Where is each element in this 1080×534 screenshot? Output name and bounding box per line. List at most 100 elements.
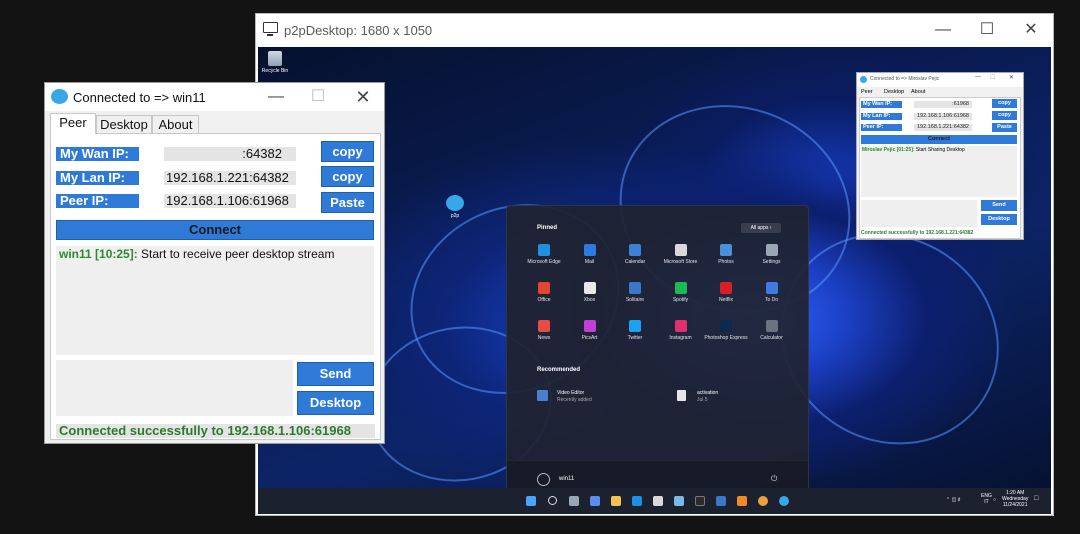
start-app-photos[interactable]: Photos [703, 244, 749, 265]
start-menu[interactable]: Pinned All apps › Microsoft Edge Mail Cale… [506, 205, 809, 500]
tab-about[interactable]: About [152, 115, 199, 133]
widgets-icon[interactable] [590, 496, 600, 506]
store-icon[interactable] [653, 496, 663, 506]
start-app-instagram[interactable]: Instagram [658, 320, 704, 341]
maximize-icon[interactable]: ☐ [303, 85, 333, 109]
start-app-news[interactable]: News [521, 320, 567, 341]
start-app-solitaire[interactable]: Solitaire [612, 282, 658, 303]
file-explorer-icon[interactable] [611, 496, 621, 506]
remote-p2p-titlebar[interactable]: Connected to => Miroslav Pejic — ☐ ✕ [857, 73, 1023, 87]
wifi-icon[interactable]: ○ [993, 497, 996, 503]
remote-window-titlebar[interactable]: p2pDesktop: 1680 x 1050 — ☐ ✕ [256, 14, 1053, 46]
illustrator-icon[interactable] [737, 496, 747, 506]
peer-ip-value[interactable]: 192.168.1.106:61968 [164, 194, 296, 208]
start-app-spotify[interactable]: Spotify [658, 282, 704, 303]
start-app-label: Microsoft Store [663, 259, 698, 265]
paste-button[interactable]: Paste [992, 123, 1017, 132]
copy-lan-button[interactable]: copy [992, 111, 1017, 120]
message-input[interactable] [861, 200, 977, 227]
task-view-icon[interactable] [569, 496, 579, 506]
start-icon[interactable] [526, 496, 536, 506]
start-app-label: Mail [584, 259, 595, 265]
tab-about[interactable]: About [911, 89, 925, 95]
copy-lan-button[interactable]: copy [321, 166, 374, 187]
minimize-icon[interactable]: — [261, 85, 291, 109]
recycle-bin-shortcut[interactable]: Recycle Bin [260, 51, 290, 74]
pinned-label: Pinned [537, 225, 558, 231]
tab-desktop[interactable]: Desktop [96, 115, 152, 133]
start-app-xbox[interactable]: Xbox [567, 282, 613, 303]
chrome-icon[interactable] [758, 496, 768, 506]
all-apps-button[interactable]: All apps › [741, 223, 781, 233]
connect-button[interactable]: Connect [56, 220, 374, 240]
start-app-calculator[interactable]: Calculator [749, 320, 795, 341]
close-icon[interactable]: ✕ [348, 85, 378, 109]
start-app-label: PicsArt [581, 335, 598, 341]
wan-ip-value: :61968 [914, 101, 972, 108]
language-indicator[interactable]: ENG IT [981, 493, 992, 505]
close-icon[interactable]: ✕ [1016, 18, 1046, 42]
p2p-desktop-shortcut[interactable]: p2p [444, 195, 466, 219]
tab-peer[interactable]: Peer [861, 89, 873, 95]
power-icon[interactable]: ⏻ [771, 474, 777, 484]
start-app-netflix[interactable]: Netflix [703, 282, 749, 303]
start-app-calendar[interactable]: Calendar [612, 244, 658, 265]
minimize-icon[interactable]: — [975, 74, 981, 80]
search-icon[interactable] [548, 496, 557, 505]
maximize-icon[interactable]: ☐ [990, 74, 995, 81]
start-app-to-do[interactable]: To Do [749, 282, 795, 303]
start-app-label: Spotify [672, 297, 689, 303]
minimize-icon[interactable]: — [928, 18, 958, 42]
tray-icons[interactable]: ⌃ ◫ ♯ [946, 497, 960, 503]
desktop-button[interactable]: Desktop [297, 391, 374, 415]
copy-wan-button[interactable]: copy [321, 141, 374, 162]
start-app-label: Calendar [624, 259, 646, 265]
recommended-title: Video Editor [557, 390, 585, 396]
xbox-icon [583, 282, 596, 294]
clock[interactable]: 1:20 AM Wednesday 11/24/2021 [1002, 490, 1028, 508]
p2p-titlebar[interactable]: Connected to => win11 — ☐ ✕ [45, 83, 384, 111]
start-app-picsart[interactable]: PicsArt [567, 320, 613, 341]
log-user: win11 [10:25]: [59, 247, 138, 261]
start-app-office[interactable]: Office [521, 282, 567, 303]
message-input[interactable] [56, 360, 293, 416]
mail-icon[interactable] [716, 496, 726, 506]
start-app-label: Photos [718, 259, 734, 265]
remote-p2p-title: Connected to => Miroslav Pejic [870, 76, 940, 82]
paste-button[interactable]: Paste [321, 192, 374, 213]
notepad-icon[interactable] [674, 496, 684, 506]
connect-button[interactable]: Connect [861, 135, 1017, 144]
tab-desktop[interactable]: Desktop [884, 89, 904, 95]
send-button[interactable]: Send [297, 362, 374, 386]
calculator-icon [765, 320, 778, 332]
start-app-mail[interactable]: Mail [567, 244, 613, 265]
lan-ip-value: 192.168.1.106:61968 [914, 113, 972, 120]
desktop-button[interactable]: Desktop [981, 214, 1017, 225]
calendar-icon [629, 244, 641, 256]
maximize-icon[interactable]: ☐ [972, 18, 1002, 42]
start-app-twitter[interactable]: Twitter [612, 320, 658, 341]
p2p-window-title: Connected to => win11 [73, 90, 206, 105]
p2p-taskbar-icon[interactable] [779, 496, 789, 506]
copy-wan-button[interactable]: copy [992, 99, 1017, 108]
remote-p2p-window[interactable]: Connected to => Miroslav Pejic — ☐ ✕ Pee… [856, 72, 1024, 240]
lan-ip-label: My Lan IP: [861, 113, 902, 120]
p2p-window[interactable]: Connected to => win11 — ☐ ✕ Peer Desktop… [44, 82, 385, 444]
terminal-icon[interactable] [695, 496, 705, 506]
send-button[interactable]: Send [981, 200, 1017, 211]
start-app-label: Netflix [719, 297, 733, 303]
close-icon[interactable]: ✕ [1009, 74, 1014, 81]
start-app-settings[interactable]: Settings [749, 244, 795, 265]
tab-peer[interactable]: Peer [50, 113, 96, 134]
edge-icon[interactable] [632, 496, 642, 506]
p2p-shortcut-label: p2p [450, 213, 460, 219]
start-app-microsoft-edge[interactable]: Microsoft Edge [521, 244, 567, 265]
start-app-microsoft-store[interactable]: Microsoft Store [658, 244, 704, 265]
start-app-photoshop-express[interactable]: Photoshop Express [703, 320, 749, 341]
user-avatar[interactable] [537, 473, 550, 486]
video-editor-icon [537, 390, 548, 401]
notification-icon[interactable]: □ [1034, 495, 1038, 502]
taskbar[interactable]: ⌃ ◫ ♯ ENG IT ○ 1:20 AM Wednesday 11/24/2… [258, 488, 1051, 514]
all-apps-label: All apps [750, 225, 769, 231]
peer-ip-label: Peer IP: [861, 124, 902, 131]
